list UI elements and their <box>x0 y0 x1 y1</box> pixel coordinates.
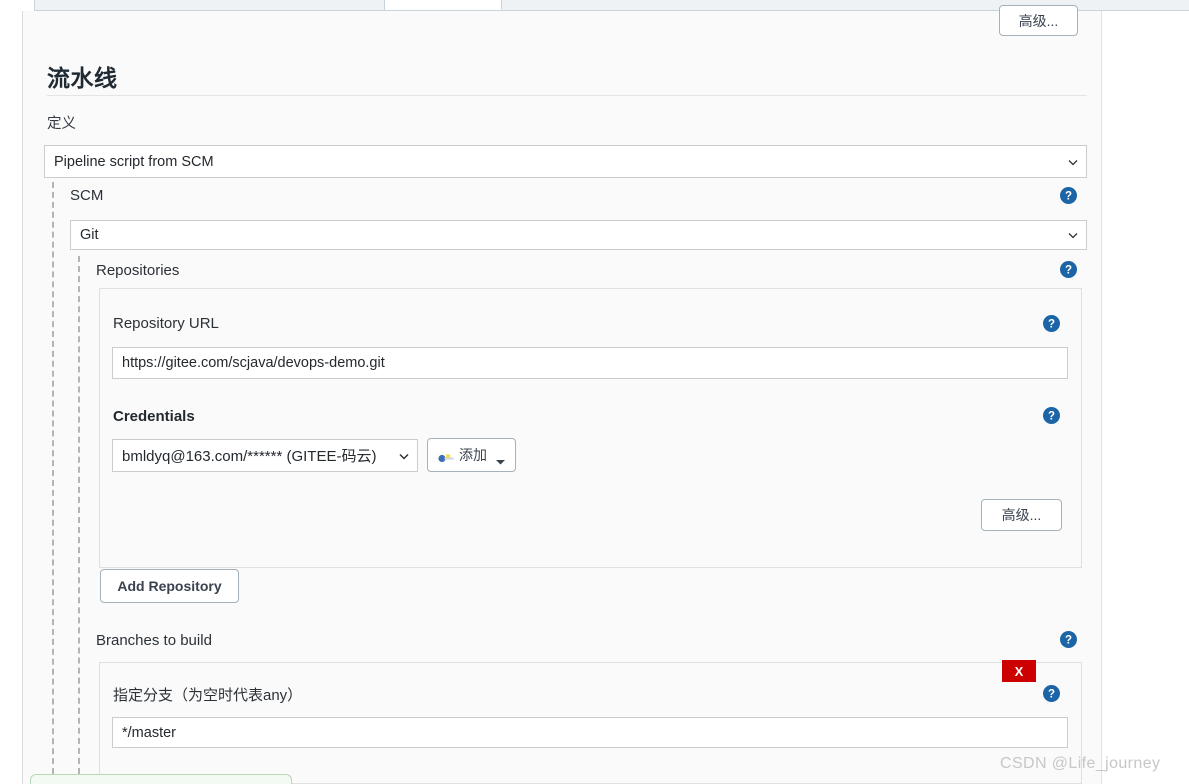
branches-to-build-label: Branches to build <box>96 632 212 649</box>
title-divider <box>47 95 1087 96</box>
credentials-select[interactable]: bmldyq@163.com/****** (GITEE-码云) <box>112 439 418 472</box>
delete-branch-button[interactable]: X <box>1002 660 1036 682</box>
repository-url-input[interactable]: https://gitee.com/scjava/devops-demo.git <box>112 347 1068 379</box>
help-icon-repositories[interactable]: ? <box>1060 261 1077 278</box>
branch-specifier-value: */master <box>122 724 176 741</box>
svg-text:?: ? <box>1065 635 1072 647</box>
watermark: CSDN @Life_journey <box>1000 755 1161 772</box>
tab-overflow[interactable] <box>502 0 1189 10</box>
credentials-label: Credentials <box>113 408 195 425</box>
nesting-guide-inner <box>78 256 80 784</box>
help-icon-credentials[interactable]: ? <box>1043 407 1060 424</box>
add-credentials-label: 添加 <box>459 447 487 463</box>
help-icon-branch-specifier[interactable]: ? <box>1043 685 1060 702</box>
chevron-down-icon <box>496 452 505 465</box>
svg-text:?: ? <box>1048 319 1055 331</box>
help-icon-scm[interactable]: ? <box>1060 187 1077 204</box>
tab-pipeline[interactable] <box>385 0 502 10</box>
pipeline-config-page: 高级... 流水线 定义 Pipeline script from SCM SC… <box>0 0 1189 784</box>
repository-card <box>99 288 1082 568</box>
add-repository-button[interactable]: Add Repository <box>100 569 239 603</box>
svg-text:?: ? <box>1065 265 1072 277</box>
page-title: 流水线 <box>47 65 118 91</box>
definition-select[interactable]: Pipeline script from SCM <box>44 145 1087 178</box>
help-icon-repository-url[interactable]: ? <box>1043 315 1060 332</box>
key-icon <box>438 450 454 462</box>
tab-general[interactable] <box>34 0 385 10</box>
add-credentials-button[interactable]: 添加 <box>427 438 516 472</box>
scm-select[interactable]: Git <box>70 220 1087 250</box>
svg-text:?: ? <box>1048 411 1055 423</box>
svg-text:?: ? <box>1048 689 1055 701</box>
repository-url-value: https://gitee.com/scjava/devops-demo.git <box>122 355 385 371</box>
chevron-down-icon <box>1068 231 1078 240</box>
advanced-top-button[interactable]: 高级... <box>999 5 1078 36</box>
scm-select-value: Git <box>80 227 99 243</box>
chevron-down-icon <box>399 451 409 460</box>
branch-specifier-input[interactable]: */master <box>112 717 1068 748</box>
advanced-repository-button[interactable]: 高级... <box>981 499 1062 531</box>
definition-select-value: Pipeline script from SCM <box>54 153 214 170</box>
svg-text:?: ? <box>1065 191 1072 203</box>
definition-label: 定义 <box>47 116 76 132</box>
branch-specifier-label: 指定分支（为空时代表any） <box>113 687 303 704</box>
repository-url-label: Repository URL <box>113 315 219 332</box>
scm-label: SCM <box>70 187 104 204</box>
help-icon-branches[interactable]: ? <box>1060 631 1077 648</box>
credentials-select-value: bmldyq@163.com/****** (GITEE-码云) <box>122 448 377 465</box>
repositories-label: Repositories <box>96 262 180 279</box>
floating-action-bar <box>30 774 292 784</box>
nesting-guide-outer <box>52 182 54 784</box>
chevron-down-icon <box>1068 157 1078 166</box>
